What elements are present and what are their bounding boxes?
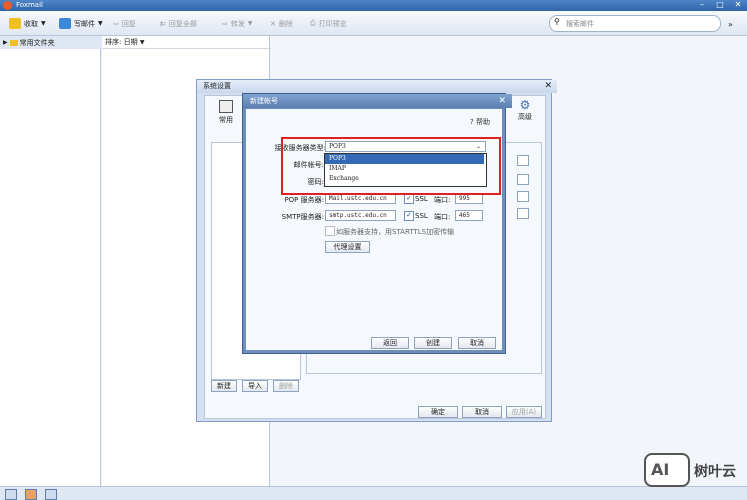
reply-button[interactable]: ⇦ 回复 [113, 16, 136, 31]
title-bar: Foxmail – □ ✕ [0, 0, 747, 11]
expand-arrow-icon: ▶ [3, 39, 8, 46]
back-button[interactable]: 返回 [371, 337, 409, 349]
maximize-icon[interactable]: □ [711, 0, 729, 11]
close-icon[interactable]: ✕ [498, 94, 506, 108]
app-title: Foxmail [16, 1, 43, 9]
cancel-button[interactable]: 取消 [458, 337, 496, 349]
question-icon: ? [470, 118, 474, 126]
sort-dropdown[interactable]: 排序: 日期 ▼ [102, 36, 272, 49]
search-icon: ⚲ [554, 17, 560, 26]
smtp-server-label: SMTP服务器: [281, 213, 324, 221]
smtp-port-input[interactable]: 465 [455, 210, 483, 221]
close-icon[interactable]: ✕ [544, 80, 552, 93]
delete-button[interactable]: ✕ 删除 [270, 16, 293, 31]
help-link[interactable]: ? 帮助 [470, 117, 490, 127]
new-account-dialog: 新建帐号 ✕ ? 帮助 接收服务器类型: POP3 ⌄ 邮件帐号: 密码: PO… [242, 93, 512, 354]
gear-icon: ⚙ [519, 98, 531, 112]
starttls-label: 如服务器支持，用STARTTLS加密传输 [336, 228, 455, 236]
main-toolbar: 收取 ▼ 写邮件 ▼ ⇦ 回复 ⇇ 回复全部 ⇨ 转发 ▼ ✕ 删除 ⎙ 打印预览 ⚲… [0, 11, 747, 36]
search-input[interactable]: ⚲ 搜索邮件 [549, 15, 721, 32]
pop-ssl-label: SSL [415, 195, 428, 203]
forward-button[interactable]: ⇨ 转发 ▼ [222, 16, 253, 31]
close-icon[interactable]: ✕ [729, 0, 747, 11]
smtp-ssl-label: SSL [415, 212, 428, 220]
folder-pane: ▶ 常用文件夹 [0, 36, 103, 486]
printer-icon: ⎙ [310, 19, 316, 27]
folder-icon [9, 39, 18, 46]
pop-ssl-checkbox[interactable]: ✓ [404, 194, 414, 204]
foxmail-logo-icon [3, 1, 12, 10]
status-bar [0, 486, 747, 500]
inbox-icon [9, 18, 21, 29]
reply-all-icon: ⇇ [160, 19, 166, 28]
smtp-ssl-checkbox[interactable]: ✓ [404, 211, 414, 221]
reply-icon: ⇦ [113, 19, 119, 28]
smtp-port-label: 端口: [434, 213, 451, 221]
watermark-brand: 树叶云 [694, 464, 736, 480]
proxy-settings-button[interactable]: 代理设置 [325, 241, 370, 253]
forward-icon: ⇨ [222, 19, 228, 28]
cancel-button[interactable]: 取消 [462, 406, 502, 418]
receive-button[interactable]: 收取 ▼ [9, 16, 46, 31]
folder-item-common[interactable]: ▶ 常用文件夹 [0, 36, 103, 49]
reply-all-button[interactable]: ⇇ 回复全部 [160, 16, 197, 31]
tab-general[interactable]: 常用 [209, 98, 243, 128]
smtp-server-input[interactable]: smtp.ustc.edu.cn [325, 210, 396, 221]
delete-icon: ✕ [270, 19, 276, 28]
minimize-icon[interactable]: – [693, 0, 711, 11]
tab-advanced[interactable]: ⚙ 高级 [508, 98, 542, 128]
general-icon [219, 100, 233, 113]
watermark-logo: AI [644, 453, 690, 487]
watermark: AI 树叶云 [644, 453, 740, 487]
mail-icon[interactable] [5, 489, 17, 500]
pen-icon [59, 18, 71, 29]
create-button[interactable]: 创建 [414, 337, 452, 349]
delete-account-button[interactable]: 删除 [273, 380, 299, 392]
starttls-checkbox[interactable] [325, 226, 335, 236]
ok-button[interactable]: 确定 [418, 406, 458, 418]
calendar-icon[interactable] [45, 489, 57, 500]
compose-button[interactable]: 写邮件 ▼ [59, 16, 103, 31]
apply-button[interactable]: 应用(A) [506, 406, 542, 418]
new-account-dialog-title: 新建帐号 ✕ [243, 94, 512, 108]
menu-chevron-icon[interactable]: » [728, 17, 733, 32]
pop-server-label: POP 服务器: [284, 196, 324, 204]
new-account-button[interactable]: 新建 [211, 380, 237, 392]
highlight-box [281, 137, 501, 195]
print-preview-button[interactable]: ⎙ 打印预览 [310, 16, 347, 31]
contacts-icon[interactable] [25, 489, 37, 500]
import-button[interactable]: 导入 [242, 380, 268, 392]
pop-port-label: 端口: [434, 196, 451, 204]
settings-dialog-title: 系统设置 ✕ [197, 80, 557, 93]
